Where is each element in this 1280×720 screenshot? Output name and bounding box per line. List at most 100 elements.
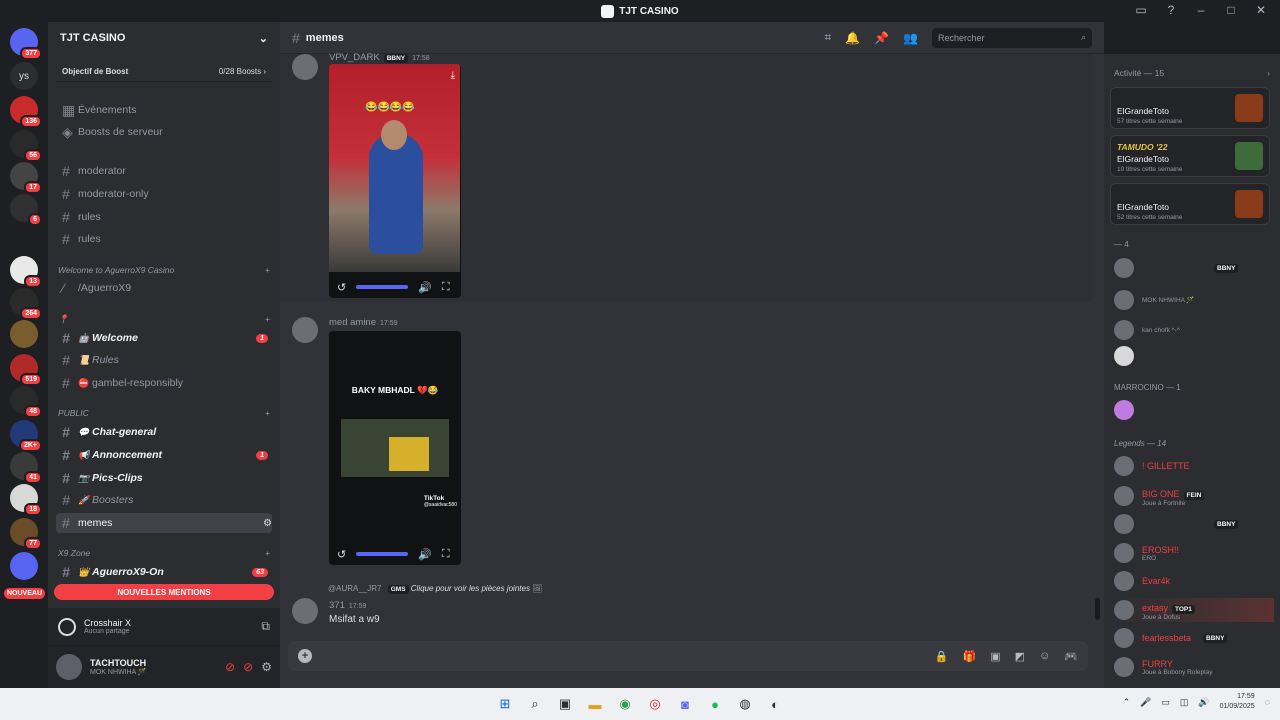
member-item[interactable]: MOK NHWIHA 🪄: [1114, 288, 1274, 312]
server-icon[interactable]: 2K+: [10, 420, 42, 452]
server-icon[interactable]: 56: [10, 130, 42, 162]
deafen-icon[interactable]: ⊘: [243, 660, 253, 674]
category-welcome[interactable]: Welcome to AguerroX9 Casino +: [58, 263, 270, 277]
channel-gambel-responsibly[interactable]: # ⛔ gambel-responsibly: [56, 373, 272, 393]
channel-chat-general[interactable]: # 💬 Chat-general: [56, 422, 272, 442]
add-channel-icon[interactable]: +: [265, 408, 270, 418]
network-icon[interactable]: ◫: [1180, 697, 1189, 708]
game-app-icon[interactable]: ◍: [735, 694, 755, 714]
channel-rules-2[interactable]: # rules: [56, 229, 272, 249]
server-icon[interactable]: 48: [10, 386, 42, 418]
channel-moderator[interactable]: # moderator: [56, 161, 272, 181]
server-icon[interactable]: 136: [10, 96, 42, 128]
video-attachment[interactable]: 😂😂😂😂 ⤓ ↺ 🔊 ⛶: [329, 64, 461, 298]
file-explorer-icon[interactable]: ▬: [585, 694, 605, 714]
minimize-button[interactable]: –: [1188, 3, 1214, 17]
member-item[interactable]: [1114, 344, 1274, 368]
download-icon[interactable]: ⤓: [451, 70, 455, 81]
boost-goal-bar[interactable]: Objectif de Boost 0/28 Boosts ›: [56, 62, 272, 82]
windows-start-icon[interactable]: ⊞: [495, 694, 515, 714]
activity-card[interactable]: TAMUDO '22 ElGrandeToto 10 titres cette …: [1110, 135, 1270, 177]
search-icon[interactable]: ⌕: [525, 694, 545, 714]
activity-header[interactable]: Activité — 15 ›: [1114, 68, 1270, 78]
sticker-icon[interactable]: ◩: [1015, 650, 1025, 663]
new-servers-pill[interactable]: NOUVEAU: [4, 588, 46, 599]
member-item[interactable]: ! GILLETTE: [1114, 454, 1274, 478]
guild-header[interactable]: TJT CASINO ⌄: [48, 22, 280, 54]
channel-memes[interactable]: # memes ⚙: [56, 513, 272, 533]
threads-icon[interactable]: ⌗: [824, 30, 831, 45]
gif-icon[interactable]: ▣: [990, 650, 1000, 663]
gift-icon[interactable]: 🎁: [963, 650, 977, 663]
server-icon-ys[interactable]: ys: [10, 62, 38, 90]
scrollbar[interactable]: [1095, 598, 1100, 620]
lock-icon[interactable]: 🔒: [935, 650, 949, 663]
maximize-button[interactable]: □: [1218, 3, 1244, 17]
member-item[interactable]: kan chofk ^-^: [1114, 318, 1274, 342]
emoji-icon[interactable]: ☺: [1039, 650, 1050, 663]
server-icon[interactable]: 264: [10, 288, 42, 320]
video-attachment[interactable]: BAKY MBHADL 💔😂 TikTok @saaidvac580 ↺ 🔊 ⛶: [329, 331, 461, 565]
chevron-right-icon[interactable]: ›: [1267, 68, 1270, 78]
server-icon[interactable]: 13: [10, 256, 42, 288]
message-hovered[interactable]: VPV_DARK BBNY 17:58 😂😂😂😂 ⤓ ↺ 🔊 ⛶: [280, 52, 1092, 302]
member-item[interactable]: [1114, 398, 1274, 422]
task-view-icon[interactable]: ▣: [555, 694, 575, 714]
direct-messages-button[interactable]: 377: [10, 28, 42, 60]
close-button[interactable]: ✕: [1248, 3, 1274, 17]
steam-icon[interactable]: ◐: [765, 694, 785, 714]
member-item[interactable]: BIG ONE FEIN Joue à Fortnite: [1114, 484, 1274, 508]
speaker-icon[interactable]: 🔊: [1198, 697, 1209, 708]
search-input[interactable]: Rechercher ⌕: [932, 27, 1092, 48]
spotify-icon[interactable]: ●: [705, 694, 725, 714]
server-icon[interactable]: 41: [10, 452, 42, 484]
channel-aguerrox9-on[interactable]: # 👑 AguerroX9-On 63: [56, 562, 272, 582]
volume-icon[interactable]: 🔊: [418, 548, 432, 561]
pin-icon[interactable]: 📌: [874, 31, 889, 45]
member-item[interactable]: BBNY: [1114, 512, 1274, 536]
category-public[interactable]: PUBLIC +: [58, 406, 270, 420]
message-composer[interactable]: + 🔒 🎁 ▣ ◩ ☺ 🎮: [288, 641, 1088, 671]
volume-icon[interactable]: 🔊: [418, 281, 432, 294]
microphone-icon[interactable]: 🎤: [1140, 697, 1151, 708]
server-boosts-link[interactable]: ◈ Boosts de serveur: [56, 122, 272, 142]
avatar[interactable]: [292, 317, 318, 343]
clock[interactable]: 17:59 01/09/2025: [1220, 692, 1255, 712]
channel-moderator-only[interactable]: # moderator-only: [56, 184, 272, 204]
app-icon[interactable]: ◎: [645, 694, 665, 714]
attach-plus-icon[interactable]: +: [298, 649, 312, 663]
events-link[interactable]: ▦ Événements: [56, 100, 272, 120]
member-item[interactable]: Evar4k: [1114, 569, 1274, 593]
server-icon[interactable]: [10, 552, 38, 580]
help-icon[interactable]: ?: [1158, 3, 1184, 17]
add-channel-icon[interactable]: +: [265, 314, 270, 324]
settings-gear-icon[interactable]: ⚙: [263, 518, 272, 529]
avatar[interactable]: [56, 654, 82, 680]
replay-icon[interactable]: ↺: [337, 548, 346, 561]
channel-welcome[interactable]: # 🤖 Welcome 1: [56, 328, 272, 348]
mute-icon[interactable]: ⊘: [225, 660, 235, 674]
add-channel-icon[interactable]: +: [265, 265, 270, 275]
discord-icon[interactable]: ◙: [675, 694, 695, 714]
channel-rules-italic[interactable]: # 📜 Rules: [56, 350, 272, 370]
replay-icon[interactable]: ↺: [337, 281, 346, 294]
inbox-icon[interactable]: ▭: [1128, 3, 1154, 17]
activity-card[interactable]: ElGrandeToto 57 titres cette semaine: [1110, 87, 1270, 129]
server-icon[interactable]: 18: [10, 484, 42, 516]
user-settings-icon[interactable]: ⚙: [261, 660, 272, 674]
server-icon[interactable]: 519: [10, 354, 42, 386]
game-controller-icon[interactable]: 🎮: [1064, 650, 1078, 663]
video-progress[interactable]: [356, 552, 409, 556]
member-item[interactable]: extasy TOP1 Joue à Dofus: [1114, 598, 1274, 622]
video-progress[interactable]: [356, 285, 409, 289]
avatar[interactable]: [292, 54, 318, 80]
member-item[interactable]: EROSH!! ERO: [1114, 541, 1274, 565]
new-mentions-button[interactable]: NOUVELLES MENTIONS: [54, 584, 274, 600]
server-icon[interactable]: [10, 226, 38, 254]
activity-panel[interactable]: Crosshair X Aucun partage ⧉: [48, 608, 280, 646]
member-item[interactable]: fearlessbeta BBNY: [1114, 626, 1274, 650]
channel-aguerrox9[interactable]: ⁄/AguerroX9: [56, 278, 272, 298]
channel-pics-clips[interactable]: # 📷 Pics-Clips: [56, 468, 272, 488]
reply-preview[interactable]: @AURA__JR7 GMS Clique pour voir les pièc…: [328, 584, 542, 594]
avatar[interactable]: [292, 598, 318, 624]
